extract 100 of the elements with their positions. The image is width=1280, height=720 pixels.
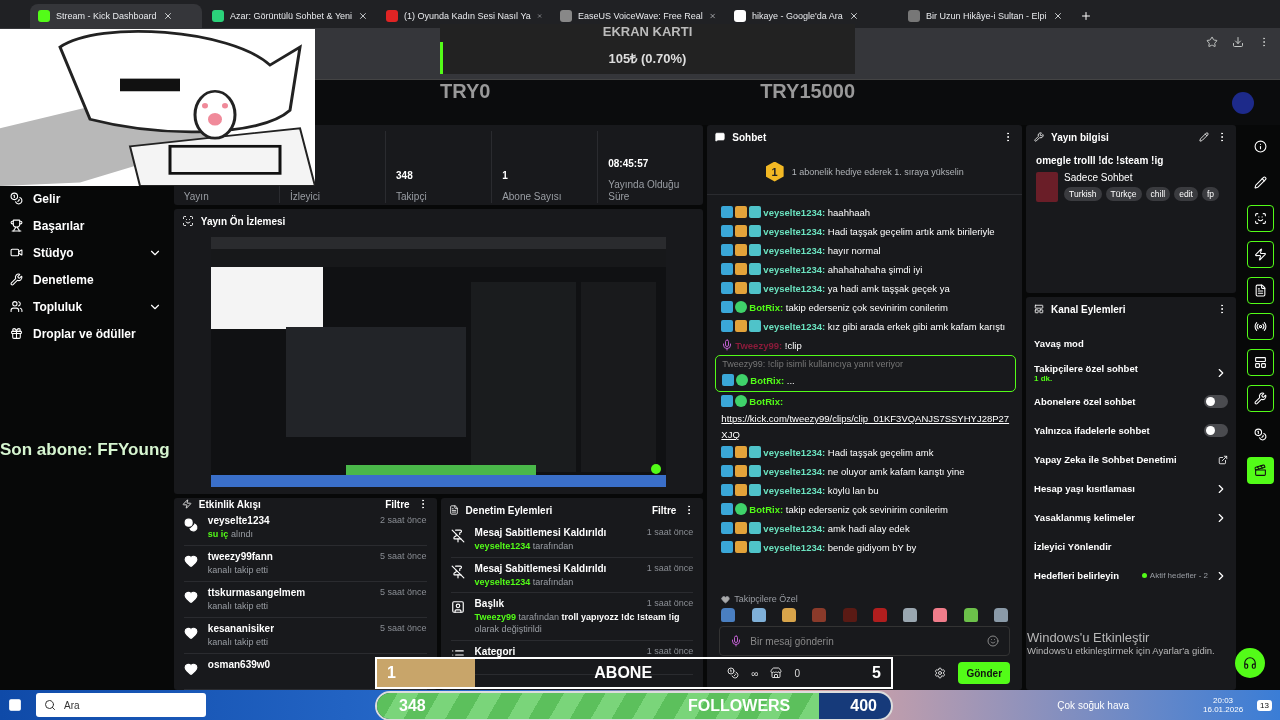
user-name: ttskurmasangelmem xyxy=(207,587,306,598)
goal-title: EKRAN KARTI xyxy=(440,24,855,42)
emote-section-title: Takipçilere Özel xyxy=(734,594,798,604)
chat-message: BotRix: takip ederseniz çok sevinirim conilerim xyxy=(749,301,949,315)
chat-message: veyselte1234: köylü lan bu xyxy=(763,484,880,498)
send-button[interactable]: Gönder xyxy=(958,662,1011,684)
event-detail: kanalı takip etti xyxy=(207,637,269,649)
user-name: veyselte1234 xyxy=(207,515,270,526)
taskbar-search[interactable]: Ara xyxy=(36,693,206,717)
event-detail: su iç alındı xyxy=(207,529,254,541)
reply-context: Tweezy99: !clip isimli kullanıcıya yanıt veriyor xyxy=(722,358,904,371)
time-label: 1 saat önce xyxy=(646,646,694,658)
panel-title: Kanal Eylemleri xyxy=(1051,303,1127,315)
channel-action-row[interactable]: Yapay Zeka ile Sohbet Denetimi xyxy=(1026,445,1237,474)
time-label: 5 saat önce xyxy=(380,587,427,598)
category-name: Sadece Sohbet xyxy=(1064,172,1134,183)
user-name: osman639w0 xyxy=(207,659,271,670)
taskbar-clock[interactable]: 20:03 16.01.2026 xyxy=(1203,696,1244,714)
browser-tab[interactable]: Azar: Görüntülü Sohbet & Yeni xyxy=(204,4,376,28)
goal-min: TRY0 xyxy=(440,80,491,103)
rank-badge: 1 xyxy=(765,161,784,182)
sidebar-item[interactable]: Gelir xyxy=(8,189,162,208)
action-detail: veyselte1234 tarafından xyxy=(474,576,575,589)
chat-message: veyselte1234: ya hadi amk taşşak geçek ya xyxy=(763,282,951,296)
chat-message: veyselte1234: hayır normal xyxy=(763,244,882,258)
action-detail: veyselte1234 tarafından xyxy=(474,541,575,553)
store-count: 0 xyxy=(794,667,801,679)
stream-title: omegle trolll !dc !steam !ig xyxy=(1036,155,1165,166)
stat-value: 08:45:57 xyxy=(608,158,650,169)
panel-title: Etkinlik Akışı xyxy=(198,498,262,510)
stat-label: İzleyici xyxy=(289,191,321,203)
message-input[interactable]: Bir mesaj gönderin xyxy=(719,626,1011,656)
channel-action-row[interactable]: Hesap yaşı kısıtlaması xyxy=(1026,474,1237,503)
chat-message: veyselte1234: haahhaah xyxy=(763,206,872,220)
stat-value: 1 xyxy=(502,170,509,181)
goal-max: TRY15000 xyxy=(760,80,855,103)
chat-message: BotRix: xyxy=(749,395,785,409)
browser-tab[interactable]: Stream - Kick Dashboard xyxy=(30,4,202,28)
panel-title: Sohbet xyxy=(732,131,768,143)
event-detail: kanalı takip etti xyxy=(207,565,269,577)
activation-notice: Windows'u Etkinleştir Windows'u etkinleştirmek için Ayarlar'a gidin. xyxy=(1027,630,1215,656)
stat-label: Yayın xyxy=(183,191,210,203)
sidebar-item[interactable]: Topluluk xyxy=(8,297,162,316)
chat-message: veyselte1234: bende gidiyom bY by xyxy=(763,541,918,555)
goal-status: Aktif hedefler - 2 xyxy=(1141,571,1209,580)
user-name: kesananisiker xyxy=(207,623,275,634)
gift-prompt: 1 abonelik hediye ederek 1. sıraya yükselin xyxy=(791,166,964,177)
tag-chip[interactable]: Turkish xyxy=(1064,187,1102,201)
time-label: 5 saat önce xyxy=(380,551,427,562)
action-title: Başlık xyxy=(474,598,505,610)
chat-message: veyselte1234: Hadi taşşak geçelim amk xyxy=(763,446,935,460)
panel-title: Yayın Ön İzlemesi xyxy=(200,215,287,227)
stat-label: Abone Sayısı xyxy=(502,191,563,203)
time-label: 2 saat önce xyxy=(380,515,427,526)
action-title: Mesaj Sabitlemesi Kaldırıldı xyxy=(474,562,607,574)
follower-goal-bar: 348 FOLLOWERS 400 xyxy=(375,691,893,720)
last-subscriber-label: Son abone: FFYoung xyxy=(0,440,170,460)
time-label: 1 saat önce xyxy=(646,527,694,538)
channel-action-row[interactable]: Takipçilere özel sohbet 1 dk. xyxy=(1026,358,1237,387)
tag-chip[interactable]: fp xyxy=(1201,187,1220,201)
chat-message: veyselte1234: ahahahahaha şimdi iyi xyxy=(763,263,924,277)
filter-button[interactable]: Filtre xyxy=(385,498,410,510)
time-label: 1 saat önce xyxy=(646,562,694,574)
stat-label: Takipçi xyxy=(396,191,428,203)
filter-button[interactable]: Filtre xyxy=(651,504,677,516)
sidebar-item[interactable]: Droplar ve ödüller xyxy=(8,324,162,343)
action-detail: Tweezy99 tarafından troll yapıyozz !dc !steam !ig olarak değiştirildi xyxy=(474,612,681,636)
panel-title: Denetim Eylemleri xyxy=(465,504,554,516)
channel-action-row[interactable]: İzleyici Yönlendir xyxy=(1026,532,1237,561)
time-label: 1 saat önce xyxy=(646,598,694,610)
stat-value: 348 xyxy=(396,170,414,181)
sidebar-item[interactable]: Stüdyo xyxy=(8,243,162,262)
event-detail: kanalı takip etti xyxy=(207,601,269,613)
sidebar-item[interactable]: Denetleme xyxy=(8,270,162,289)
chat-message: BotRix: ... xyxy=(750,374,796,388)
chat-message: veyselte1234: kız gibi arada erkek gibi amk kafam karıştı xyxy=(763,320,1007,334)
chat-message: veyselte1234: ne oluyor amk kafam karıştı yine xyxy=(763,465,966,479)
chat-message: veyselte1234: amk hadi alay edek xyxy=(763,522,911,536)
chat-message: Tweezy99: !clip xyxy=(735,339,803,353)
channel-action-row[interactable]: Abonelere özel sohbet xyxy=(1026,387,1237,416)
chat-message: veyselte1234: Hadi taşşak geçelim artık amk birileriyle xyxy=(763,225,996,239)
channel-action-row[interactable]: Yavaş mod xyxy=(1026,329,1237,358)
action-title: Kategori xyxy=(474,646,516,658)
tag-chip[interactable]: chill xyxy=(1145,187,1171,201)
clip-link[interactable]: https://kick.com/tweezy99/clips/clip_01KF3VQANJS7SSYHYJ28P27XJQ xyxy=(721,411,1011,443)
channel-action-row[interactable]: Yalnızca ifadelerle sohbet xyxy=(1026,416,1237,445)
notification-count[interactable]: 13 xyxy=(1257,699,1272,711)
panel-title: Yayın bilgisi xyxy=(1051,131,1110,143)
stat-label: Yayında Olduğu Süre xyxy=(608,179,681,203)
time-label: 5 saat önce xyxy=(380,623,427,634)
action-title: Mesaj Sabitlemesi Kaldırıldı xyxy=(474,527,607,538)
tag-chip[interactable]: Türkçe xyxy=(1105,187,1142,201)
channel-action-row[interactable]: Yasaklanmış kelimeler xyxy=(1026,503,1237,532)
tag-chip[interactable]: edit xyxy=(1174,187,1198,201)
browser-tab[interactable]: Bir Uzun Hikâye-i Sultan - Elpi xyxy=(900,4,1072,28)
user-name: tweezy99fann xyxy=(207,551,273,562)
points-value: ∞ xyxy=(751,667,759,679)
chat-message: BotRix: takip ederseniz çok sevinirim conilerim xyxy=(749,503,949,517)
sidebar-item[interactable]: Başarılar xyxy=(8,216,162,235)
channel-action-row[interactable]: Hedefleri belirleyin Aktif hedefler - 2 xyxy=(1026,561,1237,590)
